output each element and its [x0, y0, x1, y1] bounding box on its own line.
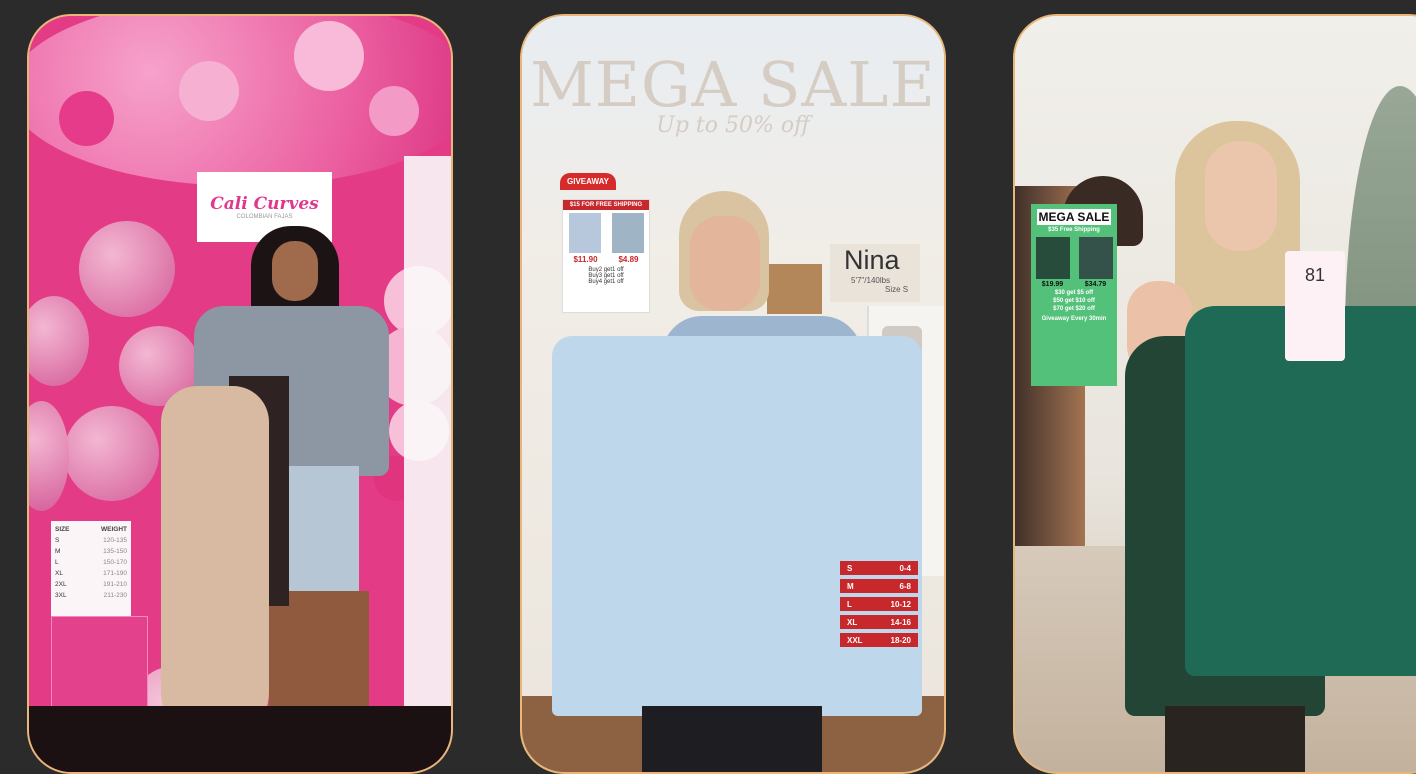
size-label: 3XL: [55, 592, 67, 599]
size-range: 18-20: [890, 635, 911, 645]
video-card-1[interactable]: Cali Curves COLOMBIAN FAJAS SIZE WEIGHT …: [27, 14, 453, 774]
price: $34.79: [1084, 281, 1107, 288]
size-label: 2XL: [55, 581, 67, 588]
model-face: [1205, 141, 1277, 251]
video-card-2[interactable]: MEGA SALE Up to 50% off GIVEAWAY $15 FOR…: [520, 14, 946, 774]
shipping-banner: $15 FOR FREE SHIPPING: [563, 200, 649, 210]
model-name: Nina: [844, 245, 900, 275]
discount-subtitle: Up to 50% off: [656, 113, 810, 138]
size-label: XL: [55, 570, 63, 577]
size-label: XL: [847, 617, 858, 627]
model-shorts: [279, 466, 359, 596]
video-card-3[interactable]: MEGA SALE $35 Free Shipping $19.99 $34.7…: [1013, 14, 1416, 774]
floor: [29, 706, 451, 772]
size-header: SIZE: [55, 526, 70, 533]
price-tag: 81: [1285, 251, 1345, 361]
price: $4.89: [618, 255, 639, 264]
product-thumb: [568, 213, 601, 253]
green-top-garment: [1185, 306, 1416, 676]
price: $19.99: [1041, 281, 1064, 288]
size-range: 171-190: [103, 570, 127, 577]
weight-header: WEIGHT: [101, 526, 127, 533]
size-label: M: [55, 548, 61, 555]
size-row: M 6-8: [840, 579, 918, 593]
size-row: XXL 18-20: [840, 633, 918, 647]
model-face: [272, 241, 318, 301]
size-range: 14-16: [890, 617, 911, 627]
mega-sale-title: MEGA SALE: [530, 48, 936, 121]
promo-card: $15 FOR FREE SHIPPING $11.90 $4.89 Buy2 …: [562, 199, 650, 313]
size-range: 191-210: [103, 581, 127, 588]
size-range: 10-12: [890, 599, 911, 609]
white-wall: [404, 156, 451, 756]
size-range: 120-135: [103, 537, 127, 544]
model-boots: [1165, 706, 1305, 772]
model-info-card: Nina 5'7"/140lbs Size S: [830, 244, 920, 302]
size-range: 6-8: [899, 581, 911, 591]
balloon: [29, 401, 69, 511]
offer-line: Buy4 get1 off: [588, 279, 624, 285]
model-face: [690, 216, 760, 311]
tote-bag: [767, 264, 822, 314]
logo-text: Cali Curves: [210, 194, 319, 214]
price: $11.90: [573, 255, 598, 264]
balloon: [294, 21, 364, 91]
model-pants: [642, 706, 822, 772]
balloon: [79, 221, 175, 317]
balloon: [59, 91, 114, 146]
offer-line: $70 get $20 off: [1053, 306, 1095, 312]
size-chart: SIZE WEIGHT S 120-135 M 135-150 L 150-170 X…: [51, 521, 131, 631]
balloon: [369, 86, 419, 136]
size-label: L: [55, 559, 59, 566]
balloon: [29, 296, 89, 386]
size-label: S: [55, 537, 60, 544]
free-shipping-text: $35 Free Shipping: [1048, 227, 1100, 233]
balloon: [179, 61, 239, 121]
size-row: XL 14-16: [840, 615, 918, 629]
mega-sale-heading: MEGA SALE: [1037, 209, 1111, 225]
size-label: S: [847, 563, 853, 573]
tag-number: 81: [1304, 265, 1326, 285]
offer-line: $30 get $5 off: [1054, 290, 1094, 296]
model-size: Size S: [885, 285, 909, 294]
blouse-garment: [552, 336, 922, 716]
size-row: S 0-4: [840, 561, 918, 575]
shapewear-garment: [161, 386, 269, 746]
size-range: 150-170: [103, 559, 127, 566]
giveaway-text: Giveaway Every 30min: [1041, 316, 1107, 322]
product-thumb: [1078, 237, 1113, 279]
giveaway-badge: GIVEAWAY: [560, 173, 616, 190]
size-range: 135-150: [103, 548, 127, 555]
size-label: L: [847, 599, 852, 609]
product-thumb: [1035, 237, 1070, 279]
size-label: M: [847, 581, 854, 591]
logo-subtitle: COLOMBIAN FAJAS: [236, 214, 293, 220]
offer-line: $50 get $10 off: [1053, 298, 1095, 304]
balloon: [64, 406, 159, 501]
model-height: 5'7"/140lbs: [851, 276, 891, 285]
size-range: 0-4: [899, 563, 911, 573]
size-row: L 10-12: [840, 597, 918, 611]
mega-sale-card: MEGA SALE $35 Free Shipping $19.99 $34.7…: [1031, 204, 1117, 386]
product-thumb: [611, 213, 644, 253]
size-range: 211-230: [103, 592, 127, 599]
size-label: XXL: [847, 635, 863, 645]
